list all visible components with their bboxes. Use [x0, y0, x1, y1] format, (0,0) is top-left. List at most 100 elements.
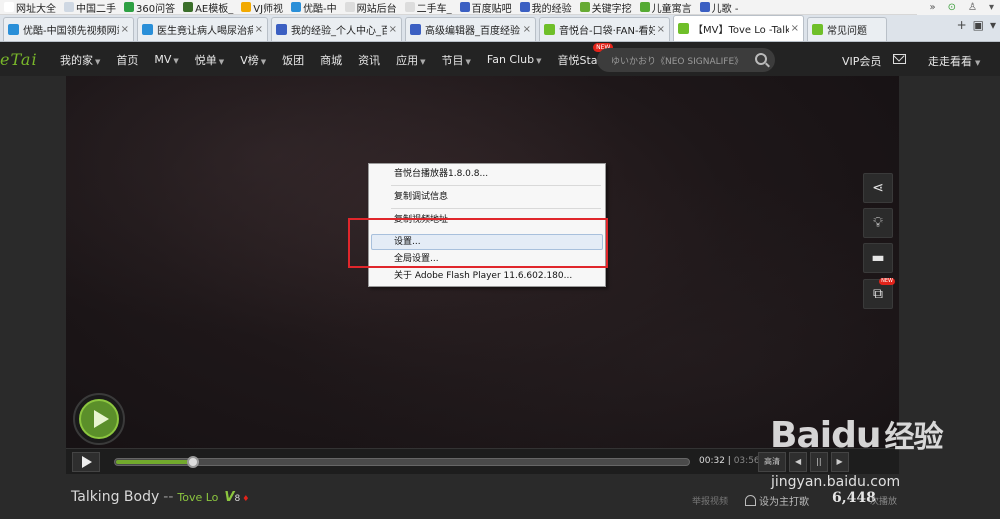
lightbulb-icon: 💡︎	[873, 215, 883, 231]
bookmark-item[interactable]: VJ师视	[237, 0, 287, 15]
vip-link[interactable]: VIP会员	[842, 53, 881, 69]
tab-list-icon[interactable]: ▾	[990, 18, 996, 32]
tab-tools: + ▣ ▾	[957, 18, 996, 32]
site-logo-text: eTai	[0, 50, 38, 69]
share-button[interactable]: ⋖	[863, 173, 893, 203]
menu-item-copy-debug[interactable]: 复制调试信息	[394, 190, 448, 204]
bookmark-favicon-icon	[241, 2, 252, 12]
nav-item-label: 商城	[320, 53, 343, 67]
v-level: 8	[234, 494, 241, 504]
search-icon[interactable]	[755, 53, 767, 65]
bookmark-favicon-icon	[579, 2, 590, 12]
chevron-down-icon: ▼	[218, 57, 225, 66]
seek-bar[interactable]	[114, 456, 690, 468]
bookmark-item[interactable]: 我的经验	[516, 0, 576, 14]
nav-item-label: 饭团	[282, 53, 305, 67]
nav-item[interactable]: MV ▼	[146, 53, 186, 66]
nav-item-label: 资讯	[358, 53, 381, 67]
close-tab-icon[interactable]: ×	[791, 23, 799, 34]
browser-tab[interactable]: 常见问题	[807, 17, 887, 41]
light-button[interactable]: 💡︎	[863, 208, 893, 238]
browser-tab[interactable]: 【MV】Tove Lo -Talk ×	[673, 15, 804, 41]
user-menu[interactable]: 走走看看 ▼	[928, 53, 980, 69]
bookmark-item[interactable]: 360问答	[120, 0, 179, 14]
site-nav-menu: 我的家 ▼ 首页 MV ▼ 悦单 ▼ V榜 ▼ 饭团 商城 资讯 应用 ▼ 节目 ▼ Fan Club ▼ 音悦St…	[52, 42, 619, 76]
bookmark-item[interactable]: 百度贴吧	[456, 0, 516, 14]
video-title-row: Talking Body -- Tove Lo V 8 ♦	[71, 489, 249, 505]
new-tab-icon[interactable]: +	[957, 18, 967, 32]
bookmark-label: VJ师视	[253, 3, 284, 15]
chevron-down-icon: ▼	[465, 57, 471, 66]
watermark-brand: Baidu 经验	[770, 415, 943, 456]
bookmark-label: 二手车_	[416, 3, 452, 15]
menu-item-player-version[interactable]: 音悦台播放器1.8.0.8...	[394, 167, 488, 181]
bookmark-item[interactable]: 网站后台	[341, 0, 401, 14]
nav-item[interactable]: Fan Club ▼	[479, 53, 550, 66]
close-tab-icon[interactable]: ×	[657, 24, 665, 35]
browser-tab[interactable]: 音悦台-口袋·FAN-看好 ×	[539, 17, 670, 41]
bookmark-item[interactable]: 二手车_	[401, 0, 456, 15]
chevron-down-icon: ▼	[95, 57, 101, 66]
chevron-down-icon: ▼	[260, 57, 267, 66]
menu-separator	[391, 208, 601, 209]
restore-tabs-icon[interactable]: ▣	[973, 18, 984, 32]
nav-item[interactable]: 节目 ▼	[434, 52, 479, 68]
search-placeholder: ゆいかおり《NEO SIGNALIFE》	[611, 56, 744, 67]
site-logo[interactable]: eTai	[0, 43, 38, 76]
menu-item-about-flash[interactable]: 关于 Adobe Flash Player 11.6.602.180...	[394, 269, 572, 283]
bookmark-favicon-icon	[519, 2, 530, 12]
dropdown-icon[interactable]: ▾	[989, 2, 994, 13]
nav-item[interactable]: 饭团	[274, 52, 312, 68]
popout-button[interactable]: ⧉ NEW	[863, 278, 895, 309]
browser-tab[interactable]: 我的经验_个人中心_百度×	[271, 17, 402, 41]
nav-item[interactable]: 我的家 ▼	[52, 52, 108, 68]
play-button[interactable]	[72, 452, 100, 472]
bookmark-item[interactable]: 优酷-中	[287, 0, 341, 14]
heart-icon: ♦	[242, 494, 250, 503]
nav-item[interactable]: 资讯	[350, 52, 388, 68]
browser-tab[interactable]: 高级编辑器_百度经验 ×	[405, 17, 536, 41]
menu-chevron-icon[interactable]: »	[929, 2, 935, 13]
nav-item[interactable]: 商城	[312, 52, 350, 68]
browser-tab[interactable]: 医生竟让病人喝尿治病 ×	[137, 17, 268, 41]
tab-label: 高级编辑器_百度经验	[425, 26, 520, 37]
report-link[interactable]: 举报视频	[692, 494, 728, 507]
menu-separator	[391, 185, 601, 186]
comment-icon: ▬	[871, 250, 885, 266]
bookmark-item[interactable]: 儿歌 -	[696, 0, 743, 14]
popout-icon: ⧉	[873, 286, 883, 302]
annotation-highlight-box	[348, 218, 608, 268]
seek-handle[interactable]	[187, 456, 200, 468]
browser-tab[interactable]: 优酷-中国领先视频网站 ×	[3, 17, 134, 41]
nav-item[interactable]: 首页	[108, 52, 146, 68]
bookmark-favicon-icon	[344, 2, 355, 12]
nav-item[interactable]: 悦单 ▼	[187, 52, 232, 68]
bookmark-item[interactable]: AE模板_	[179, 0, 237, 14]
nav-item[interactable]: 应用 ▼	[388, 52, 433, 68]
bookmark-item[interactable]: 儿童寓言	[636, 0, 696, 14]
search-input[interactable]: ゆいかおり《NEO SIGNALIFE》	[597, 48, 775, 72]
artist-link[interactable]: Tove Lo	[177, 491, 218, 504]
nav-item-label: 节目	[441, 53, 464, 67]
bookmark-item[interactable]: 关键字挖	[576, 0, 636, 14]
comment-button[interactable]: ▬	[863, 243, 893, 273]
close-tab-icon[interactable]: ×	[523, 24, 531, 35]
tab-label: 医生竟让病人喝尿治病	[157, 26, 253, 37]
close-tab-icon[interactable]: ×	[255, 24, 263, 35]
extension-icon[interactable]: ⊙	[948, 2, 956, 13]
close-tab-icon[interactable]: ×	[389, 24, 397, 35]
close-tab-icon[interactable]: ×	[121, 24, 129, 35]
bookmark-item[interactable]: 中国二手	[60, 0, 120, 14]
bookmark-item[interactable]: 网址大全	[0, 0, 60, 14]
nav-item[interactable]: V榜 ▼	[232, 52, 274, 68]
nav-item-label: 应用	[396, 53, 419, 67]
chevron-down-icon: ▼	[173, 57, 179, 65]
current-time: 00:32	[699, 456, 725, 466]
nav-item-label: 我的家	[60, 53, 93, 67]
set-hit-button[interactable]: 设为主打歌	[745, 493, 809, 508]
mail-icon[interactable]	[893, 54, 906, 64]
browser-tab-bar: 优酷-中国领先视频网站×医生竟让病人喝尿治病×我的经验_个人中心_百度×高级编辑…	[0, 15, 1000, 42]
nav-item-label: Fan Club	[486, 53, 535, 66]
big-play-button[interactable]	[73, 393, 125, 445]
account-icon[interactable]: ♙	[968, 2, 977, 13]
